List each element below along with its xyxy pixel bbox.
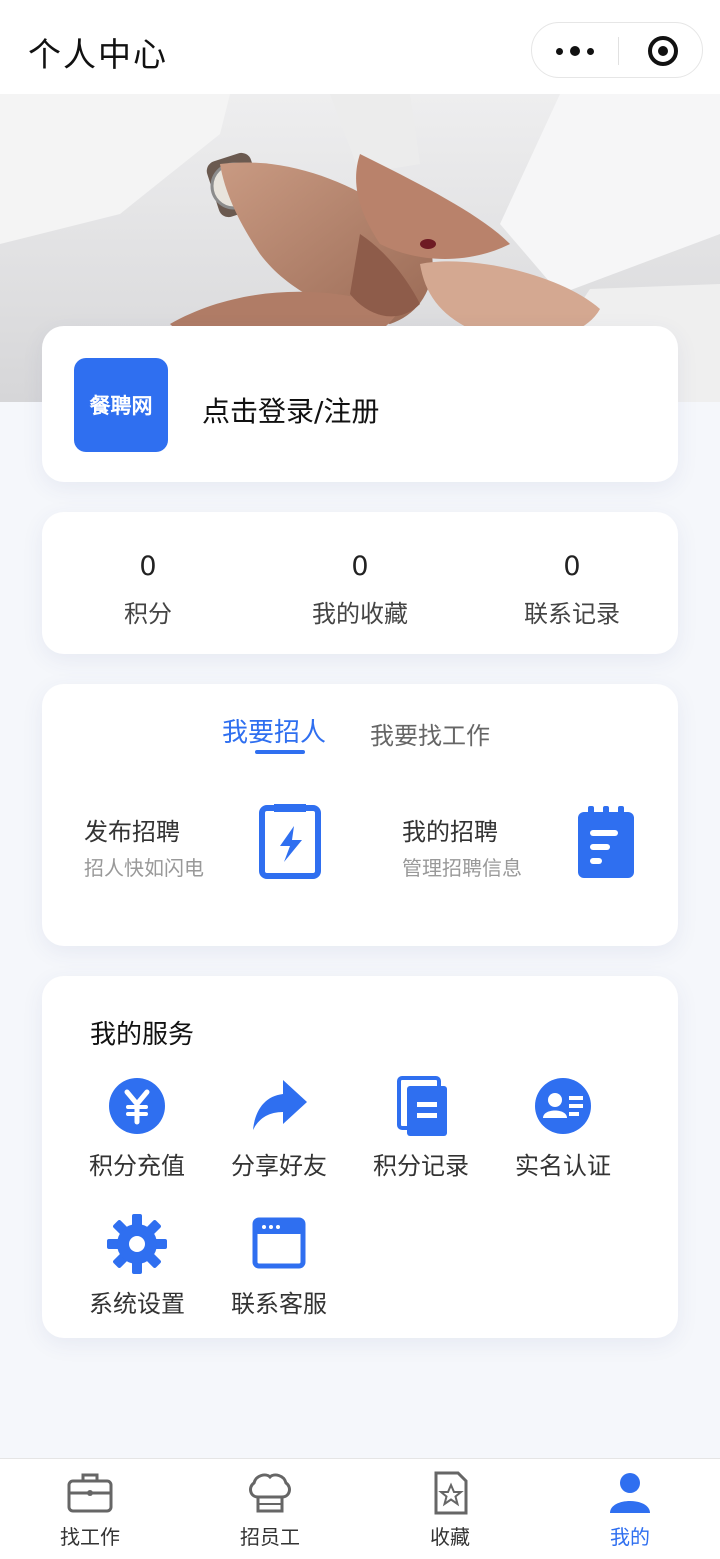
- chef-hat-icon: [249, 1473, 291, 1513]
- more-options-icon[interactable]: [532, 23, 618, 79]
- star-document-icon: [434, 1471, 468, 1515]
- tabbar-label: 我的: [610, 1525, 650, 1549]
- stat-label: 我的收藏: [312, 600, 408, 628]
- app-logo: 餐聘网: [74, 358, 168, 452]
- action-subtitle: 管理招聘信息: [402, 856, 522, 880]
- service-system-settings[interactable]: 系统设置: [72, 1214, 202, 1319]
- browser-window-icon: [252, 1217, 306, 1269]
- service-contact-support[interactable]: 联系客服: [214, 1214, 344, 1319]
- yuan-coin-icon: [109, 1078, 165, 1134]
- logo-text: 餐聘网: [89, 394, 153, 418]
- action-title: 发布招聘: [84, 818, 180, 846]
- tabbar-find-job[interactable]: 找工作: [0, 1471, 180, 1550]
- stat-value: 0: [563, 551, 581, 582]
- login-card[interactable]: 餐聘网 点击登录/注册: [42, 326, 678, 482]
- service-label: 积分充值: [89, 1152, 185, 1180]
- document-stack-icon: [397, 1076, 447, 1136]
- service-label: 分享好友: [231, 1152, 327, 1180]
- stat-label: 积分: [124, 600, 172, 628]
- service-points-record[interactable]: 积分记录: [356, 1076, 486, 1181]
- gear-icon: [107, 1214, 167, 1274]
- service-label: 积分记录: [373, 1152, 469, 1180]
- person-icon: [610, 1473, 650, 1513]
- share-arrow-icon: [253, 1080, 307, 1130]
- top-bar: 个人中心: [0, 0, 720, 94]
- stat-label: 联系记录: [524, 600, 620, 628]
- clipboard-icon: [578, 806, 634, 878]
- services-title: 我的服务: [90, 1020, 195, 1050]
- briefcase-icon: [67, 1473, 113, 1513]
- active-tab-indicator: [255, 750, 305, 754]
- service-share-friends[interactable]: 分享好友: [214, 1076, 344, 1181]
- login-register-link[interactable]: 点击登录/注册: [202, 390, 379, 430]
- stat-points[interactable]: 0 积分: [42, 550, 254, 629]
- action-subtitle: 招人快如闪电: [84, 856, 204, 880]
- close-mini-program-icon[interactable]: [648, 36, 678, 66]
- tabbar-favorites[interactable]: 收藏: [360, 1471, 540, 1550]
- mini-program-capsule: [531, 22, 703, 78]
- stat-favorites[interactable]: 0 我的收藏: [254, 550, 466, 629]
- stat-contacts[interactable]: 0 联系记录: [466, 550, 678, 629]
- stat-value: 0: [139, 551, 157, 582]
- action-title: 我的招聘: [402, 818, 498, 846]
- services-card: 我的服务 积分充值 分享好友 积分记录 实名认证 系统设置 联系客服: [42, 976, 678, 1338]
- service-label: 联系客服: [231, 1290, 327, 1318]
- tabbar-recruit[interactable]: 招员工: [180, 1471, 360, 1550]
- tab-hire[interactable]: 我要招人: [222, 712, 326, 749]
- stat-value: 0: [351, 551, 369, 582]
- tabbar-label: 找工作: [60, 1525, 120, 1549]
- id-card-icon: [535, 1078, 591, 1134]
- tabbar-label: 收藏: [430, 1525, 470, 1549]
- mode-tabs-card: 我要招人 我要找工作 发布招聘 招人快如闪电 我的招聘 管理招聘信息: [42, 684, 678, 946]
- tabbar-label: 招员工: [240, 1525, 300, 1549]
- bottom-tab-bar: 找工作 招员工 收藏 我的: [0, 1458, 720, 1559]
- stats-card: 0 积分 0 我的收藏 0 联系记录: [42, 512, 678, 654]
- capsule-divider: [618, 37, 619, 65]
- tabbar-mine[interactable]: 我的: [540, 1471, 720, 1550]
- service-label: 系统设置: [89, 1290, 185, 1318]
- service-label: 实名认证: [515, 1152, 611, 1180]
- tab-find-job[interactable]: 我要找工作: [370, 716, 490, 751]
- service-real-name-verification[interactable]: 实名认证: [498, 1076, 628, 1181]
- service-recharge-points[interactable]: 积分充值: [72, 1076, 202, 1181]
- page-title: 个人中心: [28, 35, 168, 74]
- flash-document-icon: [259, 804, 321, 879]
